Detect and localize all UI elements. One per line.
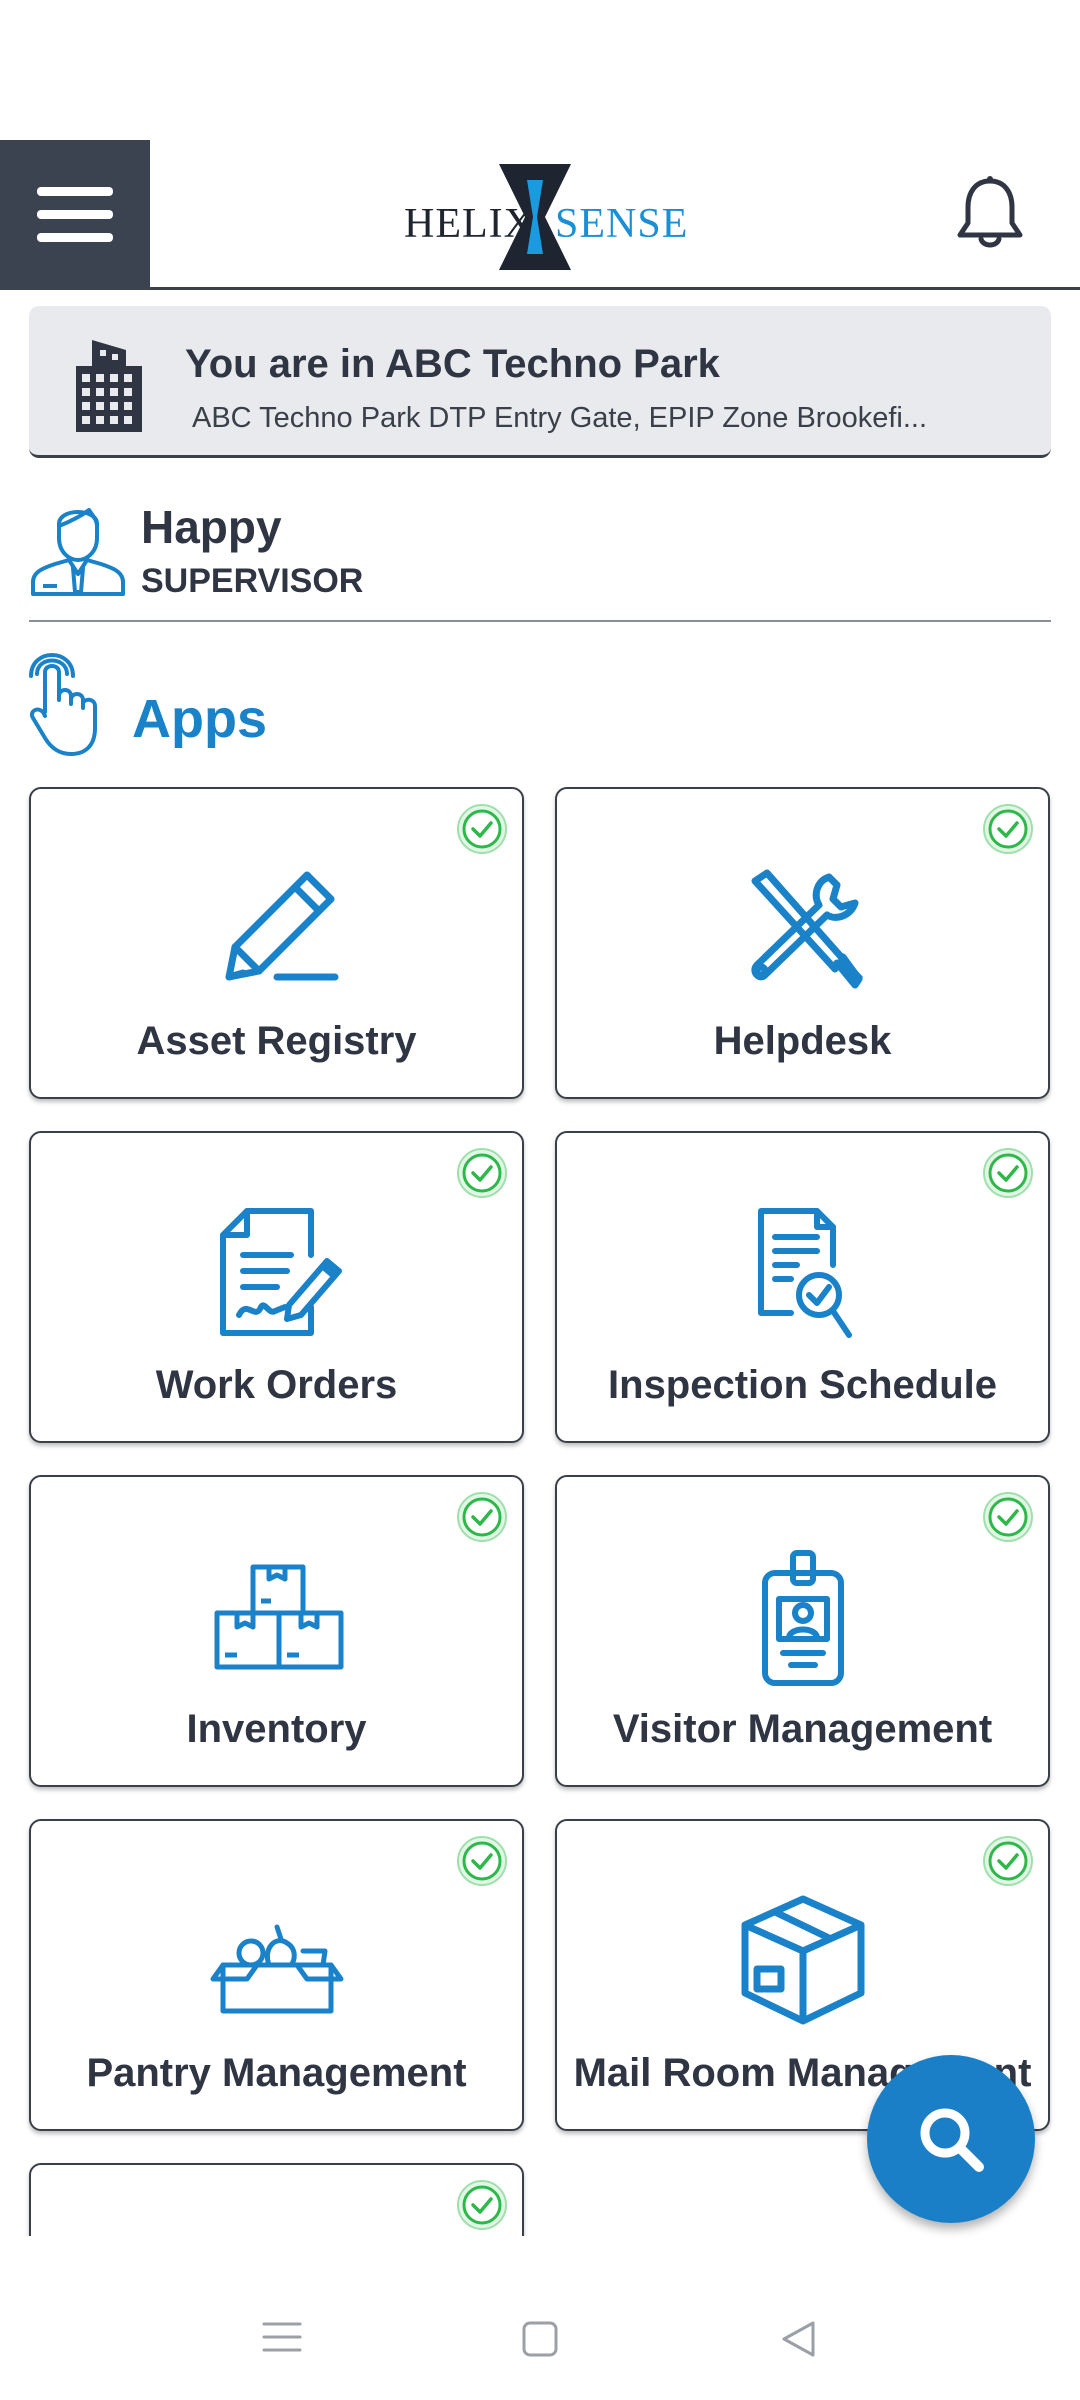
helixsense-logo: HELIX SENSE <box>400 162 687 272</box>
hamburger-icon <box>37 187 113 242</box>
pantry-box-icon <box>210 1924 343 2014</box>
app-card-pantry-management[interactable]: Pantry Management <box>29 1819 524 2131</box>
pencil-icon <box>225 871 338 981</box>
app-card-inventory[interactable]: Inventory <box>29 1475 524 1787</box>
app-label: Helpdesk <box>713 1019 892 1063</box>
check-icon <box>457 1836 507 1886</box>
user-role: SUPERVISOR <box>141 562 364 600</box>
system-nav-background <box>0 2236 1080 2400</box>
top-header: HELIX SENSE <box>0 140 1080 290</box>
tap-hand-icon <box>29 653 97 756</box>
check-icon <box>457 804 507 854</box>
apps-title: Apps <box>132 689 267 749</box>
apps-section-header: Apps <box>29 650 629 760</box>
check-icon <box>983 1836 1033 1886</box>
bell-icon <box>957 176 1023 248</box>
boxes-icon <box>214 1564 343 1670</box>
app-label: Asset Registry <box>136 1019 417 1063</box>
check-icon <box>983 1492 1033 1542</box>
app-card-work-orders[interactable]: Work Orders <box>29 1131 524 1443</box>
user-name: Happy <box>141 501 282 553</box>
app-card-visitor-management[interactable]: Visitor Management <box>555 1475 1050 1787</box>
check-icon <box>457 1148 507 1198</box>
logo-text-right: SENSE <box>555 201 689 247</box>
app-label: Visitor Management <box>612 1707 993 1751</box>
search-fab-button[interactable] <box>867 2055 1035 2223</box>
id-badge-icon <box>761 1550 844 1686</box>
tools-icon <box>750 869 863 989</box>
app-card-helpdesk[interactable]: Helpdesk <box>555 787 1050 1099</box>
app-label: Inspection Schedule <box>608 1363 997 1407</box>
app-card-asset-registry[interactable]: Asset Registry <box>29 787 524 1099</box>
user-avatar-icon <box>31 508 125 596</box>
app-label: Work Orders <box>155 1363 398 1407</box>
check-icon <box>983 1148 1033 1198</box>
user-info: Happy SUPERVISOR <box>29 490 1051 622</box>
home-icon[interactable] <box>521 2320 559 2358</box>
check-icon <box>983 804 1033 854</box>
check-icon <box>457 2180 507 2230</box>
check-icon <box>457 1492 507 1542</box>
document-search-icon <box>757 1208 852 1338</box>
app-label: Pantry Management <box>86 2051 467 2095</box>
building-icon <box>76 340 142 432</box>
signed-document-icon <box>219 1208 342 1336</box>
package-icon <box>741 1895 864 2025</box>
location-banner[interactable]: You are in ABC Techno Park ABC Techno Pa… <box>29 306 1051 458</box>
location-title: You are in ABC Techno Park <box>185 342 720 386</box>
location-address: ABC Techno Park DTP Entry Gate, EPIP Zon… <box>192 402 928 434</box>
back-icon[interactable] <box>780 2320 816 2358</box>
app-card-inspection-schedule[interactable]: Inspection Schedule <box>555 1131 1050 1443</box>
recent-apps-icon[interactable] <box>262 2320 302 2354</box>
search-icon <box>920 2108 984 2172</box>
app-screen: HELIX SENSE You are in ABC Techno Park A… <box>0 0 1080 2400</box>
app-label: Inventory <box>186 1707 367 1751</box>
hamburger-menu-button[interactable] <box>0 140 150 290</box>
notifications-button[interactable] <box>955 175 1025 256</box>
